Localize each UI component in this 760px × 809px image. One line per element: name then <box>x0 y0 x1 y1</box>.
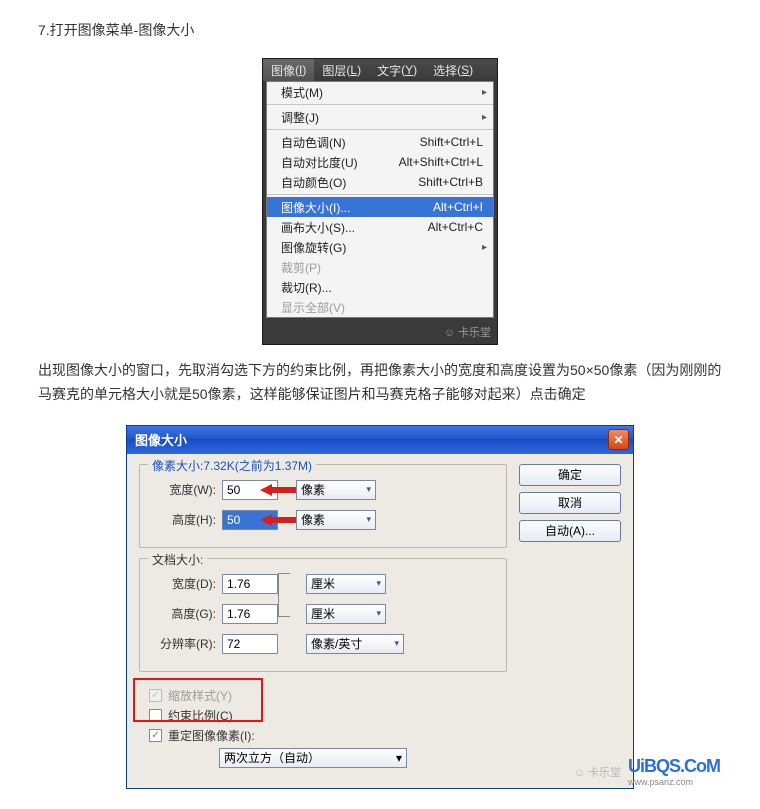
resolution-label: 分辨率(R): <box>150 635 222 652</box>
height-label: 高度(H): <box>150 511 222 528</box>
step-title: 7.打开图像菜单-图像大小 <box>38 20 722 40</box>
width-label: 宽度(W): <box>150 481 222 498</box>
annotation-highlight <box>133 678 263 722</box>
chevron-down-icon: ▾ <box>376 578 381 589</box>
menu-item-mode[interactable]: 模式(M) <box>267 82 493 102</box>
menu-item-image-rotate[interactable]: 图像旋转(G) <box>267 237 493 257</box>
image-menu-dropdown: 模式(M) 调整(J) 自动色调(N)Shift+Ctrl+L 自动对比度(U)… <box>266 81 494 318</box>
menu-item-image-size[interactable]: 图像大小(I)...Alt+Ctrl+I <box>267 197 493 217</box>
watermark: ☺ 卡乐堂 <box>574 764 621 780</box>
pixel-width-unit[interactable]: 像素▾ <box>296 480 376 500</box>
doc-width-label: 宽度(D): <box>150 575 222 592</box>
site-watermark: UiBQS.CoM www.psanz.com <box>628 756 720 787</box>
dialog-title: 图像大小 <box>135 430 187 449</box>
interpolation-select[interactable]: 两次立方（自动）▾ <box>219 748 407 768</box>
menu-item-adjust[interactable]: 调整(J) <box>267 107 493 127</box>
doc-width-input[interactable]: 1.76 <box>222 574 278 594</box>
menu-separator <box>267 104 493 105</box>
auto-button[interactable]: 自动(A)... <box>519 520 621 542</box>
dialog-screenshot: 图像大小 ✕ 像素大小:7.32K(之前为1.37M) 宽度(W): 50 像素… <box>38 425 722 789</box>
pixel-height-unit[interactable]: 像素▾ <box>296 510 376 530</box>
resample-check[interactable]: ✓ 重定图像像素(I): <box>149 726 497 746</box>
chevron-down-icon: ▾ <box>366 484 371 495</box>
titlebar[interactable]: 图像大小 ✕ <box>127 426 633 454</box>
menubar-item-select[interactable]: 选择(S) <box>425 59 481 81</box>
close-button[interactable]: ✕ <box>608 429 629 450</box>
chevron-down-icon: ▾ <box>376 608 381 619</box>
resolution-unit[interactable]: 像素/英寸▾ <box>306 634 404 654</box>
link-bracket-icon <box>278 573 290 617</box>
menu-screenshot: 图像(I) 图层(L) 文字(Y) 选择(S) 模式(M) 调整(J) 自动色调… <box>38 58 722 345</box>
menubar-item-layer[interactable]: 图层(L) <box>314 59 369 81</box>
menu-item-auto-tone[interactable]: 自动色调(N)Shift+Ctrl+L <box>267 132 493 152</box>
menu-item-auto-contrast[interactable]: 自动对比度(U)Alt+Shift+Ctrl+L <box>267 152 493 172</box>
pixel-size-group: 像素大小:7.32K(之前为1.37M) 宽度(W): 50 像素▾ 高度(H)… <box>139 464 507 548</box>
chevron-down-icon: ▾ <box>396 751 402 765</box>
watermark: ☺ 卡乐堂 <box>263 322 497 344</box>
menubar: 图像(I) 图层(L) 文字(Y) 选择(S) <box>263 59 497 81</box>
menu-item-canvas-size[interactable]: 画布大小(S)...Alt+Ctrl+C <box>267 217 493 237</box>
menu-item-trim[interactable]: 裁切(R)... <box>267 277 493 297</box>
chevron-down-icon: ▾ <box>366 514 371 525</box>
menu-item-reveal-all: 显示全部(V) <box>267 297 493 317</box>
close-icon: ✕ <box>613 433 623 447</box>
pixel-size-title: 像素大小:7.32K(之前为1.37M) <box>148 457 316 474</box>
chevron-down-icon: ▾ <box>394 638 399 649</box>
menu-separator <box>267 194 493 195</box>
menubar-item-image[interactable]: 图像(I) <box>263 59 314 81</box>
menu-separator <box>267 129 493 130</box>
menu-item-auto-color[interactable]: 自动颜色(O)Shift+Ctrl+B <box>267 172 493 192</box>
resolution-input[interactable]: 72 <box>222 634 278 654</box>
cancel-button[interactable]: 取消 <box>519 492 621 514</box>
doc-height-label: 高度(G): <box>150 605 222 622</box>
checkbox-icon: ✓ <box>149 729 162 742</box>
doc-width-unit[interactable]: 厘米▾ <box>306 574 386 594</box>
menu-item-crop: 裁剪(P) <box>267 257 493 277</box>
document-size-group: 文档大小: 宽度(D): 1.76 厘米▾ 高度(G): 1.76 厘米▾ <box>139 558 507 672</box>
image-size-dialog: 图像大小 ✕ 像素大小:7.32K(之前为1.37M) 宽度(W): 50 像素… <box>126 425 634 789</box>
menubar-item-text[interactable]: 文字(Y) <box>369 59 425 81</box>
paragraph: 出现图像大小的窗口，先取消勾选下方的约束比例，再把像素大小的宽度和高度设置为50… <box>38 359 722 407</box>
doc-height-unit[interactable]: 厘米▾ <box>306 604 386 624</box>
doc-height-input[interactable]: 1.76 <box>222 604 278 624</box>
document-size-title: 文档大小: <box>148 551 207 568</box>
ok-button[interactable]: 确定 <box>519 464 621 486</box>
